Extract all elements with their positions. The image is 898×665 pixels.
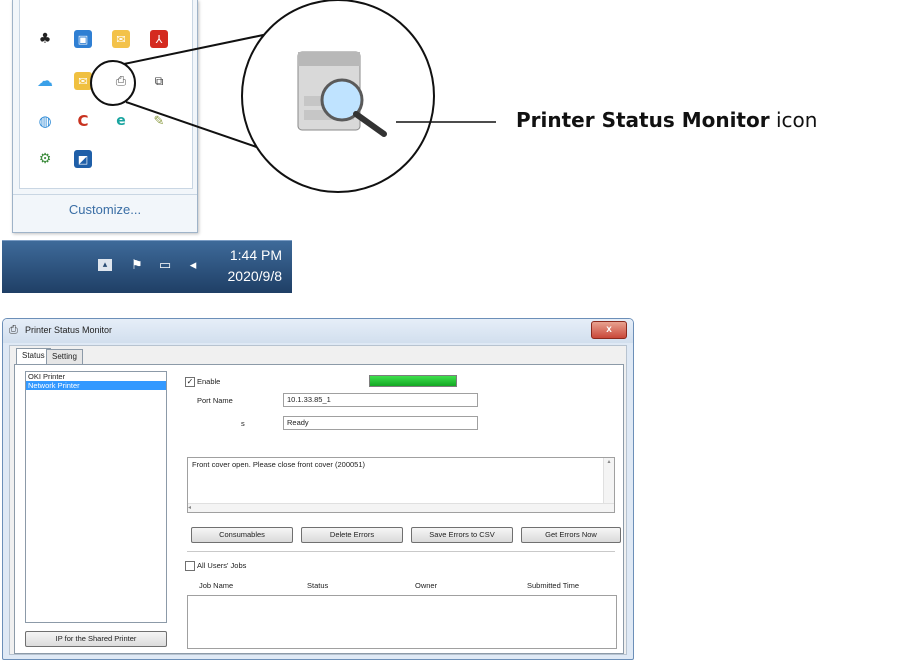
close-button[interactable]: x [591, 321, 627, 339]
action-center-icon[interactable]: ⚑ [126, 255, 148, 275]
separator [187, 551, 615, 552]
column-status[interactable]: Status [307, 581, 328, 590]
caption-suffix: icon [769, 108, 818, 132]
customize-link[interactable]: Customize... [13, 194, 197, 225]
status-label: s [241, 419, 245, 428]
cloud-icon[interactable]: ☁ [36, 72, 54, 90]
column-submitted-time[interactable]: Submitted Time [527, 581, 579, 590]
list-item[interactable]: OKI Printer [26, 372, 166, 381]
acrobat-icon[interactable]: ⅄ [150, 30, 168, 48]
taskbar: ▴ ⚑ ▭ ◂ 1:44 PM 2020/9/8 [2, 240, 292, 293]
clock-date[interactable]: 2020/9/8 [228, 268, 283, 284]
status-field[interactable]: Ready [283, 416, 478, 430]
status-indicator-bar [369, 375, 457, 387]
save-errors-csv-button[interactable]: Save Errors to CSV [411, 527, 513, 543]
list-item-selected[interactable]: Network Printer [26, 381, 166, 390]
all-users-jobs-checkbox[interactable] [185, 561, 195, 571]
caption-title: Printer Status Monitor [516, 108, 770, 132]
mail-icon[interactable]: ✉ [74, 72, 92, 90]
chevron-up-icon: ▴ [98, 259, 112, 271]
copy-icon[interactable]: ⧉ [150, 72, 168, 90]
printer-status-monitor-window: ⎙ Printer Status Monitor x Status Settin… [2, 318, 634, 660]
window-client-area: Status Setting OKI Printer Network Print… [9, 345, 627, 655]
get-errors-now-button[interactable]: Get Errors Now [521, 527, 621, 543]
status-tab-page: OKI Printer Network Printer IP for the S… [14, 364, 624, 654]
consumables-button[interactable]: Consumables [191, 527, 293, 543]
magnified-printer-icon [297, 51, 387, 137]
enable-label: Enable [197, 377, 221, 386]
network-icon[interactable]: ◍ [36, 112, 54, 130]
outlook-icon[interactable]: ▣ [74, 30, 92, 48]
title-bar[interactable]: ⎙ Printer Status Monitor x [3, 319, 633, 343]
envelope-icon[interactable]: ✉ [112, 30, 130, 48]
error-message-box[interactable]: Front cover open. Please close front cov… [187, 457, 615, 513]
account-icon[interactable]: ♣ [36, 30, 54, 48]
enable-checkbox[interactable]: ✓ [185, 377, 195, 387]
show-hidden-icons-button[interactable]: ▴ [94, 255, 116, 275]
jobs-table[interactable] [187, 595, 617, 649]
tray-icon-grid: ♣ ▣ ✉ ⅄ ☁ ✉ ⎙ ⧉ ◍ C e ✎ ⚙ ◩ [19, 0, 193, 189]
window-title: Printer Status Monitor [25, 325, 113, 335]
clock-time[interactable]: 1:44 PM [230, 247, 282, 263]
column-job-name[interactable]: Job Name [199, 581, 233, 590]
printer-status-monitor-icon[interactable]: ⎙ [112, 72, 130, 90]
zoom-caption: Printer Status Monitor icon [516, 108, 817, 132]
horizontal-scrollbar[interactable]: ◂ [188, 503, 614, 512]
all-users-jobs-label: All Users' Jobs [197, 561, 247, 570]
shared-printer-ip-button[interactable]: IP for the Shared Printer [25, 631, 167, 647]
edge-icon[interactable]: e [112, 112, 130, 130]
notification-area-popup: ♣ ▣ ✉ ⅄ ☁ ✉ ⎙ ⧉ ◍ C e ✎ ⚙ ◩ Customize... [12, 0, 198, 233]
app-icon: ⎙ [9, 323, 18, 336]
tools-icon[interactable]: ✎ [150, 112, 168, 130]
error-message: Front cover open. Please close front cov… [192, 460, 366, 469]
port-name-label: Port Name [197, 396, 233, 405]
tab-setting[interactable]: Setting [46, 349, 83, 364]
printer-list[interactable]: OKI Printer Network Printer [25, 371, 167, 623]
port-name-field[interactable]: 10.1.33.85_1 [283, 393, 478, 407]
ccleaner-icon[interactable]: C [74, 112, 92, 130]
volume-icon[interactable]: ◂ [182, 255, 204, 275]
delete-errors-button[interactable]: Delete Errors [301, 527, 403, 543]
column-owner[interactable]: Owner [415, 581, 437, 590]
magnified-circle [241, 0, 435, 193]
network-status-icon[interactable]: ▭ [154, 255, 176, 275]
snip-icon[interactable]: ◩ [74, 150, 92, 168]
status-indicator-fill [370, 376, 456, 386]
network-share-icon[interactable]: ⚙ [36, 150, 54, 168]
